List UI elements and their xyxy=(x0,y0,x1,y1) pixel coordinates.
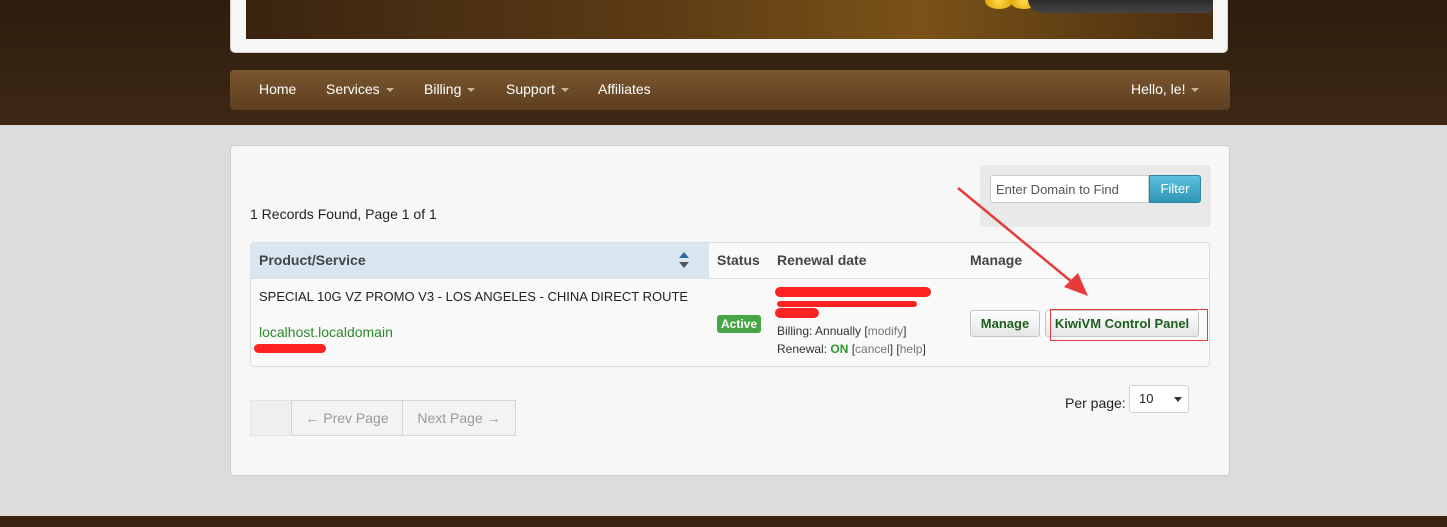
nav-support[interactable]: Support xyxy=(506,70,570,110)
records-count: 1 Records Found, Page 1 of 1 xyxy=(250,206,437,222)
user-menu[interactable]: Hello, le! xyxy=(1131,70,1200,110)
header-banner xyxy=(230,0,1228,53)
nav-affiliates[interactable]: Affiliates xyxy=(598,70,651,110)
per-page-select[interactable]: 10 xyxy=(1129,385,1189,413)
nav-home-label: Home xyxy=(259,81,297,97)
pager-spacer xyxy=(250,400,291,436)
nav-billing-label: Billing xyxy=(424,81,462,97)
user-greeting: Hello, le! xyxy=(1131,81,1186,97)
nav-home[interactable]: Home xyxy=(259,70,296,110)
help-link[interactable]: help xyxy=(900,342,923,356)
nav-billing[interactable]: Billing xyxy=(424,70,476,110)
main-navbar: Home Services Billing Support Affiliates… xyxy=(230,70,1230,110)
billing-info: Billing: Annually [modify] xyxy=(777,324,907,338)
annotation-highlight-box xyxy=(1050,309,1208,341)
per-page-value: 10 xyxy=(1139,391,1154,406)
services-table: Product/Service Status Renewal date Mana… xyxy=(250,242,1210,367)
redaction-mark xyxy=(777,301,917,307)
col-status[interactable]: Status xyxy=(717,243,760,278)
col-product-service[interactable]: Product/Service xyxy=(251,243,709,278)
domain-link[interactable]: localhost.localdomain xyxy=(259,324,393,340)
domain-search-input[interactable] xyxy=(990,175,1149,203)
product-name: SPECIAL 10G VZ PROMO V3 - LOS ANGELES - … xyxy=(259,289,689,304)
nav-affiliates-label: Affiliates xyxy=(598,81,651,97)
nav-support-label: Support xyxy=(506,81,556,97)
col-product-label: Product/Service xyxy=(259,252,366,268)
chevron-down-icon xyxy=(1174,397,1182,402)
billing-label: Billing: Annually xyxy=(777,324,862,338)
footer-bar xyxy=(0,516,1447,527)
chevron-down-icon xyxy=(1191,88,1200,93)
filter-button[interactable]: Filter xyxy=(1149,175,1201,203)
sort-icon xyxy=(679,252,689,270)
chevron-down-icon xyxy=(385,88,394,93)
filter-box: Filter xyxy=(980,165,1211,227)
prev-page-button[interactable]: ← Prev Page xyxy=(291,400,403,436)
status-badge: Active xyxy=(717,315,762,333)
renewal-label: Renewal: xyxy=(777,342,828,356)
coin-decoration xyxy=(985,0,1013,9)
redaction-mark xyxy=(775,308,819,318)
nav-services-label: Services xyxy=(326,81,380,97)
renewal-status: ON xyxy=(830,342,849,356)
col-renewal-date[interactable]: Renewal date xyxy=(777,243,866,278)
per-page-label: Per page: xyxy=(1065,395,1126,411)
chevron-down-icon xyxy=(467,88,476,93)
redaction-mark xyxy=(254,344,326,353)
cancel-link[interactable]: cancel xyxy=(855,342,890,356)
next-page-button[interactable]: Next Page → xyxy=(402,400,516,436)
chevron-down-icon xyxy=(561,88,570,93)
modify-link[interactable]: modify xyxy=(868,324,903,338)
col-manage: Manage xyxy=(970,252,1023,268)
banner-image xyxy=(246,0,1213,39)
renewal-info: Renewal: ON [cancel] [help] xyxy=(777,342,926,356)
server-image xyxy=(1028,0,1213,13)
table-header: Product/Service Status Renewal date Mana… xyxy=(251,243,1209,279)
manage-button[interactable]: Manage xyxy=(970,310,1040,337)
redaction-mark xyxy=(775,287,931,297)
nav-services[interactable]: Services xyxy=(326,70,394,110)
